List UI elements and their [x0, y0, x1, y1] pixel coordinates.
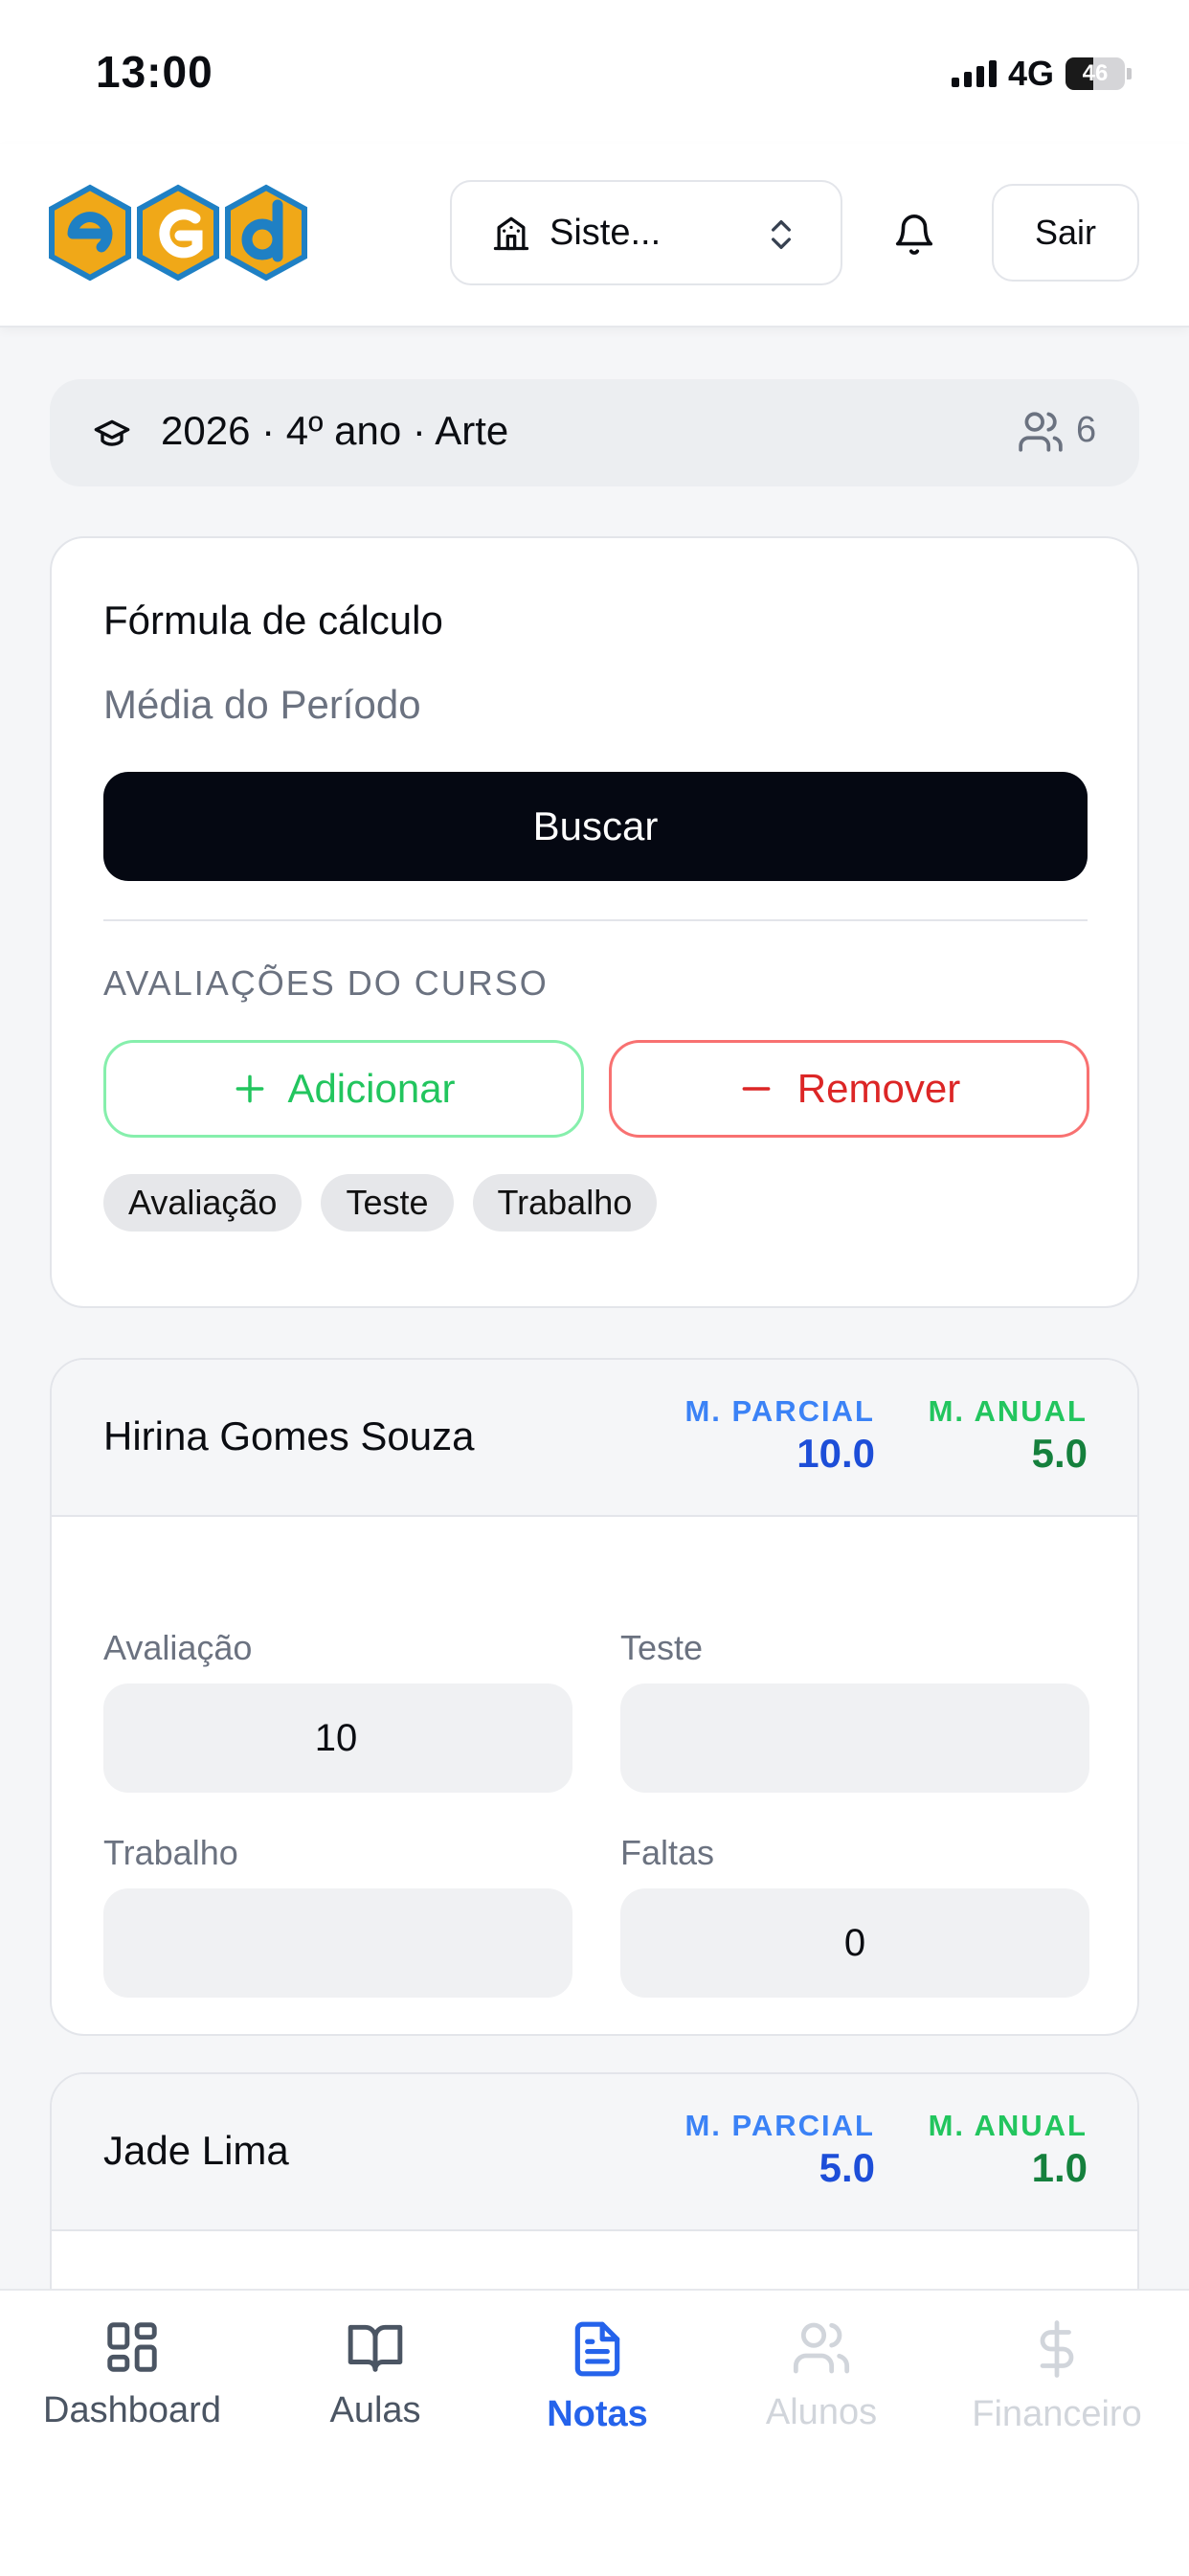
tab-dashboard[interactable]: Dashboard: [13, 2317, 251, 2431]
class-context: 2026 · 4º ano · Arte: [161, 408, 509, 453]
logout-button[interactable]: Sair: [992, 184, 1139, 282]
book-open-icon: [348, 2324, 403, 2372]
field-label: Avaliação: [103, 1628, 253, 1667]
field-label: Faltas: [620, 1833, 715, 1872]
signal-icon: [951, 60, 997, 87]
partial-average-value: 5.0: [819, 2145, 875, 2190]
status-time: 13:00: [96, 47, 213, 97]
partial-average: M. PARCIAL 10.0: [684, 1394, 875, 1477]
tab-label: Financeiro: [972, 2394, 1142, 2434]
remove-label: Remover: [796, 1066, 961, 1111]
add-evaluation-button[interactable]: Adicionar: [103, 1040, 584, 1138]
field-label: Teste: [620, 1628, 704, 1667]
annual-average-label: M. ANUAL: [928, 2109, 1088, 2142]
absences-input[interactable]: 0: [620, 1888, 1089, 1998]
tab-alunos[interactable]: Alunos: [703, 2317, 940, 2433]
status-bar: 13:00 4G 46: [0, 0, 1189, 144]
tab-label: Dashboard: [43, 2390, 221, 2430]
class-context-bar: 2026 · 4º ano · Arte 6: [50, 379, 1139, 486]
egd-logo: [49, 184, 307, 282]
annual-average-label: M. ANUAL: [928, 1394, 1088, 1428]
annual-average-value: 1.0: [1031, 2145, 1088, 2190]
bottom-tab-bar: Dashboard Aulas Notas Alunos Financeiro: [0, 2289, 1189, 2576]
battery-level: 46: [1082, 60, 1109, 86]
users-icon: [1019, 412, 1063, 452]
tab-label: Alunos: [765, 2392, 878, 2432]
student-header: Jade Lima M. PARCIAL 5.0 M. ANUAL 1.0: [52, 2074, 1137, 2231]
chevron-up-down-icon: [772, 220, 791, 249]
app-header: Siste... Sair: [0, 144, 1189, 328]
graduation-cap-icon: [94, 419, 130, 446]
users-icon: [793, 2322, 850, 2374]
annual-average-value: 5.0: [1031, 1431, 1088, 1476]
evaluation-tag[interactable]: Avaliação: [103, 1174, 303, 1232]
partial-average-label: M. PARCIAL: [684, 2109, 875, 2142]
school-selector[interactable]: Siste...: [450, 180, 842, 285]
partial-average: M. PARCIAL 5.0: [684, 2109, 875, 2191]
partial-average-value: 10.0: [796, 1431, 875, 1476]
student-count: 6: [1076, 410, 1097, 450]
tab-aulas[interactable]: Aulas: [257, 2317, 494, 2431]
evaluation-tag[interactable]: Trabalho: [472, 1174, 658, 1232]
battery-icon: 46: [1066, 57, 1125, 90]
student-name: Hirina Gomes Souza: [103, 1413, 475, 1458]
network-label: 4G: [1007, 54, 1054, 93]
formula-value[interactable]: Média do Período: [103, 682, 421, 728]
plus-icon: [236, 1074, 264, 1103]
annual-average: M. ANUAL 1.0: [929, 2109, 1088, 2191]
school-selector-value: Siste...: [550, 212, 662, 253]
evaluation-grade-input[interactable]: 10: [103, 1683, 572, 1793]
add-label: Adicionar: [287, 1066, 456, 1111]
test-grade-input[interactable]: [620, 1683, 1089, 1793]
tab-label: Aulas: [329, 2390, 421, 2430]
student-name: Jade Lima: [103, 2128, 289, 2173]
partial-average-label: M. PARCIAL: [684, 1394, 875, 1428]
work-grade-input[interactable]: [103, 1888, 572, 1998]
bell-icon[interactable]: [892, 211, 936, 259]
formula-title: Fórmula de cálculo: [103, 598, 443, 643]
divider: [103, 919, 1088, 921]
search-button[interactable]: Buscar: [103, 772, 1088, 881]
dollar-icon: [1040, 2320, 1074, 2378]
annual-average: M. ANUAL 5.0: [929, 1394, 1088, 1477]
tab-label: Notas: [547, 2394, 648, 2434]
field-label: Trabalho: [103, 1833, 238, 1872]
building-icon: [493, 216, 529, 251]
evaluations-title: AVALIAÇÕES DO CURSO: [103, 963, 549, 1003]
file-text-icon: [574, 2321, 620, 2377]
student-card: Hirina Gomes Souza M. PARCIAL 10.0 M. AN…: [50, 1358, 1139, 2036]
evaluation-tags: Avaliação Teste Trabalho: [103, 1174, 658, 1232]
status-indicators: 4G 46: [951, 54, 1132, 94]
grid-icon: [107, 2322, 157, 2372]
tab-notas[interactable]: Notas: [479, 2317, 716, 2435]
tab-financeiro[interactable]: Financeiro: [938, 2317, 1176, 2435]
formula-card: Fórmula de cálculo Média do Período Busc…: [50, 536, 1139, 1308]
remove-evaluation-button[interactable]: Remover: [609, 1040, 1089, 1138]
evaluation-tag[interactable]: Teste: [321, 1174, 454, 1232]
minus-icon: [742, 1087, 771, 1091]
student-header: Hirina Gomes Souza M. PARCIAL 10.0 M. AN…: [52, 1360, 1137, 1517]
